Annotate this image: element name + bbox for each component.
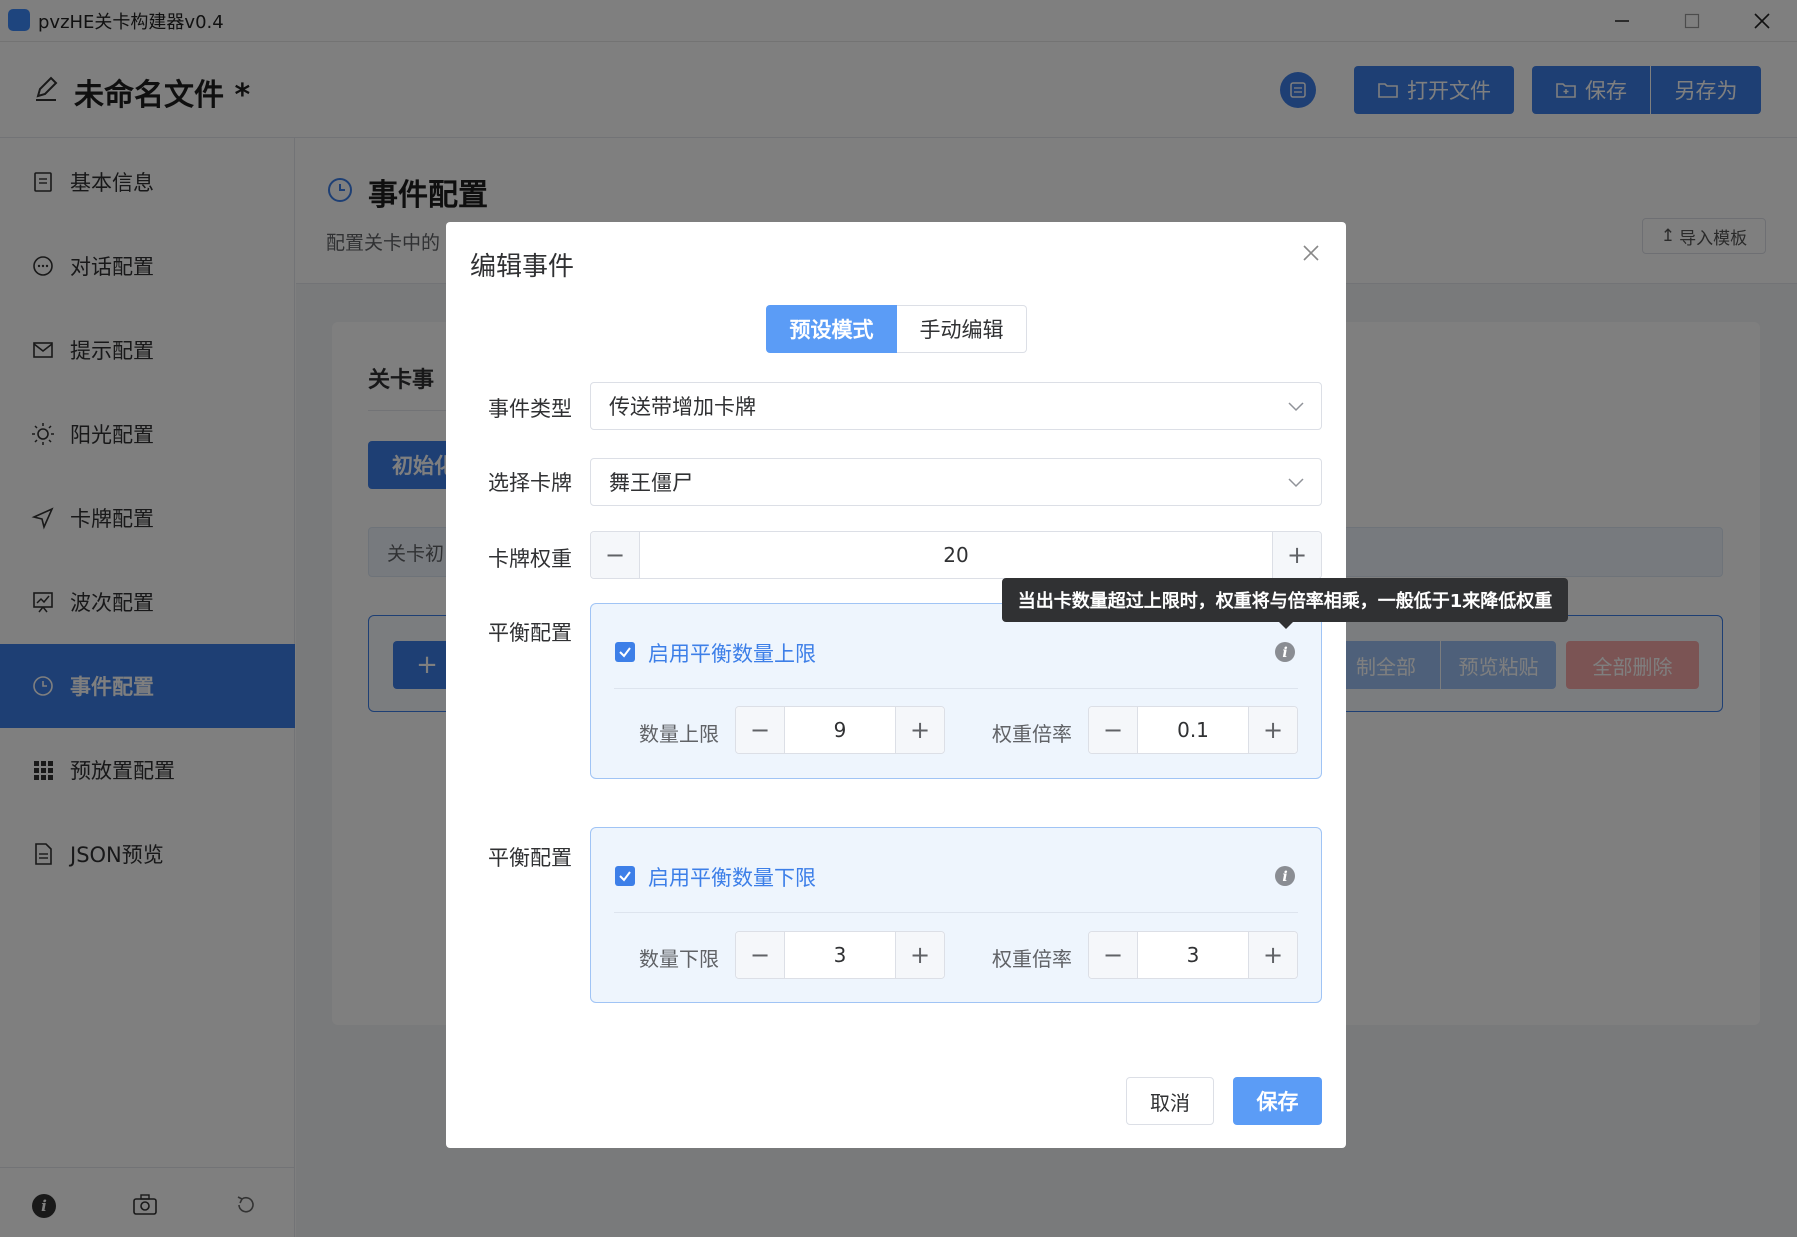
upper-multiplier-label: 权重倍率 xyxy=(992,722,1072,746)
lower-limit-value[interactable]: 3 xyxy=(785,932,895,978)
info-icon[interactable]: i xyxy=(1274,865,1296,887)
card-select[interactable]: 舞王僵尸 xyxy=(590,458,1322,506)
plus-icon[interactable]: + xyxy=(1272,532,1321,578)
tab-manual-edit[interactable]: 手动编辑 xyxy=(897,305,1027,353)
upper-limit-stepper[interactable]: − 9 + xyxy=(735,706,945,754)
panel-divider xyxy=(614,912,1298,913)
chevron-down-icon xyxy=(1288,478,1304,488)
upper-multiplier-stepper[interactable]: − 0.1 + xyxy=(1088,706,1298,754)
lower-multiplier-value[interactable]: 3 xyxy=(1138,932,1248,978)
minus-icon[interactable]: − xyxy=(736,707,785,753)
card-weight-value[interactable]: 20 xyxy=(640,532,1272,578)
event-type-select[interactable]: 传送带增加卡牌 xyxy=(590,382,1322,430)
lower-limit-stepper[interactable]: − 3 + xyxy=(735,931,945,979)
chevron-down-icon xyxy=(1288,402,1304,412)
minus-icon[interactable]: − xyxy=(591,532,640,578)
tooltip: 当出卡数量超过上限时，权重将与倍率相乘，一般低于1来降低权重 xyxy=(1002,578,1568,622)
upper-limit-label: 数量上限 xyxy=(639,722,719,746)
tab-preset-mode[interactable]: 预设模式 xyxy=(766,305,897,353)
lower-multiplier-label: 权重倍率 xyxy=(992,947,1072,971)
checkmark-icon xyxy=(619,871,631,882)
dialog-title: 编辑事件 xyxy=(470,252,575,282)
minus-icon[interactable]: − xyxy=(736,932,785,978)
close-icon[interactable] xyxy=(1298,240,1324,266)
balance-lower-checkbox[interactable] xyxy=(615,866,635,886)
balance-lower-checkbox-label[interactable]: 启用平衡数量下限 xyxy=(648,862,816,892)
lower-limit-label: 数量下限 xyxy=(639,947,719,971)
plus-icon[interactable]: + xyxy=(895,932,944,978)
panel-divider xyxy=(614,688,1298,689)
dialog-save-button[interactable]: 保存 xyxy=(1233,1077,1322,1125)
balance-upper-checkbox[interactable] xyxy=(615,642,635,662)
upper-multiplier-value[interactable]: 0.1 xyxy=(1138,707,1248,753)
event-type-label: 事件类型 xyxy=(488,397,572,421)
plus-icon[interactable]: + xyxy=(895,707,944,753)
minus-icon[interactable]: − xyxy=(1089,932,1138,978)
balance-upper-checkbox-label[interactable]: 启用平衡数量上限 xyxy=(648,638,816,668)
cancel-button[interactable]: 取消 xyxy=(1126,1077,1214,1125)
card-weight-label: 卡牌权重 xyxy=(488,547,572,571)
minus-icon[interactable]: − xyxy=(1089,707,1138,753)
checkmark-icon xyxy=(619,647,631,658)
balance-config-label: 平衡配置 xyxy=(488,621,572,645)
info-icon[interactable]: i xyxy=(1274,641,1296,663)
plus-icon[interactable]: + xyxy=(1248,932,1297,978)
card-select-label: 选择卡牌 xyxy=(488,471,572,495)
balance-config-label: 平衡配置 xyxy=(488,846,572,870)
lower-multiplier-stepper[interactable]: − 3 + xyxy=(1088,931,1298,979)
svg-text:i: i xyxy=(1282,869,1287,885)
upper-limit-value[interactable]: 9 xyxy=(785,707,895,753)
card-select-value: 舞王僵尸 xyxy=(609,471,693,495)
tooltip-arrow xyxy=(1278,621,1294,629)
plus-icon[interactable]: + xyxy=(1248,707,1297,753)
card-weight-stepper[interactable]: − 20 + xyxy=(590,531,1322,579)
event-type-value: 传送带增加卡牌 xyxy=(609,395,756,419)
svg-text:i: i xyxy=(1282,645,1287,661)
